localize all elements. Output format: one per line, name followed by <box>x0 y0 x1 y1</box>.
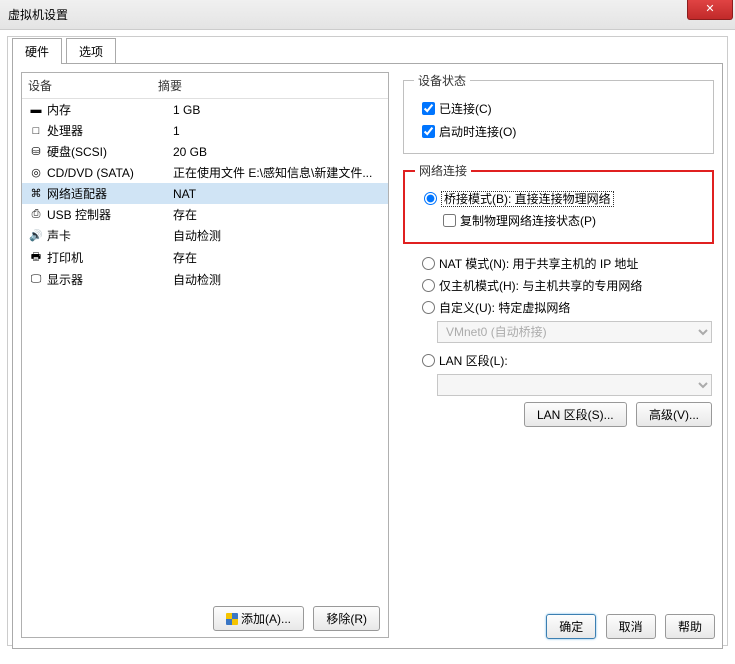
device-status-group: 设备状态 已连接(C) 启动时连接(O) <box>403 72 714 154</box>
connect-at-poweron-checkbox[interactable]: 启动时连接(O) <box>418 125 516 139</box>
device-row-1[interactable]: □处理器1 <box>22 120 388 141</box>
device-icon: ⌘ <box>27 187 45 200</box>
custom-vmnet-combo[interactable]: VMnet0 (自动桥接) <box>437 321 712 343</box>
device-name: 内存 <box>47 101 173 118</box>
device-icon: ▬ <box>27 104 45 116</box>
device-icon: 🖵 <box>27 273 45 286</box>
hostonly-radio[interactable]: 仅主机模式(H): 与主机共享的专用网络 <box>417 279 642 293</box>
connected-label: 已连接(C) <box>439 102 492 116</box>
lan-segments-button[interactable]: LAN 区段(S)... <box>524 402 627 427</box>
connected-checkbox[interactable]: 已连接(C) <box>418 102 492 116</box>
device-name: 声卡 <box>47 227 173 244</box>
device-name: 硬盘(SCSI) <box>47 143 173 160</box>
device-summary: NAT <box>173 187 383 201</box>
device-row-6[interactable]: 🔊声卡自动检测 <box>22 225 388 246</box>
device-row-7[interactable]: 🖶打印机存在 <box>22 246 388 269</box>
device-row-8[interactable]: 🖵显示器自动检测 <box>22 269 388 290</box>
device-list-pane: 设备 摘要 ▬内存1 GB□处理器1⛁硬盘(SCSI)20 GB◎CD/DVD … <box>21 72 389 638</box>
col-device: 设备 <box>28 77 158 94</box>
device-row-0[interactable]: ▬内存1 GB <box>22 99 388 120</box>
device-name: 显示器 <box>47 271 173 288</box>
device-icon: 🖶 <box>27 248 45 267</box>
col-summary: 摘要 <box>158 77 182 94</box>
connect-at-poweron-label: 启动时连接(O) <box>439 125 516 139</box>
device-name: 处理器 <box>47 122 173 139</box>
device-summary: 20 GB <box>173 145 383 159</box>
lanseg-combo[interactable] <box>437 374 712 396</box>
custom-label: 自定义(U): 特定虚拟网络 <box>439 301 570 315</box>
network-connection-group: 网络连接 桥接模式(B): 直接连接物理网络 复制物理网络连接状态(P) <box>403 162 714 244</box>
replicate-checkbox[interactable]: 复制物理网络连接状态(P) <box>439 214 596 228</box>
device-summary: 自动检测 <box>173 271 383 288</box>
device-summary: 1 <box>173 124 383 138</box>
device-icon: □ <box>27 125 45 137</box>
close-button[interactable]: ✕ <box>687 0 733 20</box>
hostonly-label: 仅主机模式(H): 与主机共享的专用网络 <box>439 279 642 293</box>
tab-hardware[interactable]: 硬件 <box>12 38 62 64</box>
device-summary: 正在使用文件 E:\感知信息\新建文件... <box>173 164 383 181</box>
device-icon: ⎙ <box>27 208 45 221</box>
help-button[interactable]: 帮助 <box>665 614 715 639</box>
device-summary: 存在 <box>173 206 383 223</box>
bridged-label: 桥接模式(B): 直接连接物理网络 <box>441 191 614 207</box>
lanseg-label: LAN 区段(L): <box>439 354 508 368</box>
bridged-radio[interactable]: 桥接模式(B): 直接连接物理网络 <box>419 192 614 206</box>
device-status-legend: 设备状态 <box>414 72 470 89</box>
network-connection-legend: 网络连接 <box>415 162 471 179</box>
cancel-button[interactable]: 取消 <box>606 614 656 639</box>
device-summary: 存在 <box>173 249 383 266</box>
device-icon: ◎ <box>27 166 45 179</box>
device-name: USB 控制器 <box>47 206 173 223</box>
device-icon: ⛁ <box>27 145 45 158</box>
nat-radio[interactable]: NAT 模式(N): 用于共享主机的 IP 地址 <box>417 257 638 271</box>
device-name: CD/DVD (SATA) <box>47 166 173 180</box>
advanced-button[interactable]: 高级(V)... <box>636 402 712 427</box>
window-title: 虚拟机设置 <box>8 8 68 22</box>
ok-button[interactable]: 确定 <box>546 614 596 639</box>
device-row-2[interactable]: ⛁硬盘(SCSI)20 GB <box>22 141 388 162</box>
device-name: 打印机 <box>47 249 173 266</box>
replicate-label: 复制物理网络连接状态(P) <box>460 214 596 228</box>
device-summary: 自动检测 <box>173 227 383 244</box>
tab-options[interactable]: 选项 <box>66 38 116 64</box>
device-name: 网络适配器 <box>47 185 173 202</box>
device-icon: 🔊 <box>27 229 45 242</box>
device-summary: 1 GB <box>173 103 383 117</box>
device-row-5[interactable]: ⎙USB 控制器存在 <box>22 204 388 225</box>
device-row-3[interactable]: ◎CD/DVD (SATA)正在使用文件 E:\感知信息\新建文件... <box>22 162 388 183</box>
lanseg-radio[interactable]: LAN 区段(L): <box>417 354 508 368</box>
nat-label: NAT 模式(N): 用于共享主机的 IP 地址 <box>439 257 638 271</box>
device-row-4[interactable]: ⌘网络适配器NAT <box>22 183 388 204</box>
custom-radio[interactable]: 自定义(U): 特定虚拟网络 <box>417 301 570 315</box>
